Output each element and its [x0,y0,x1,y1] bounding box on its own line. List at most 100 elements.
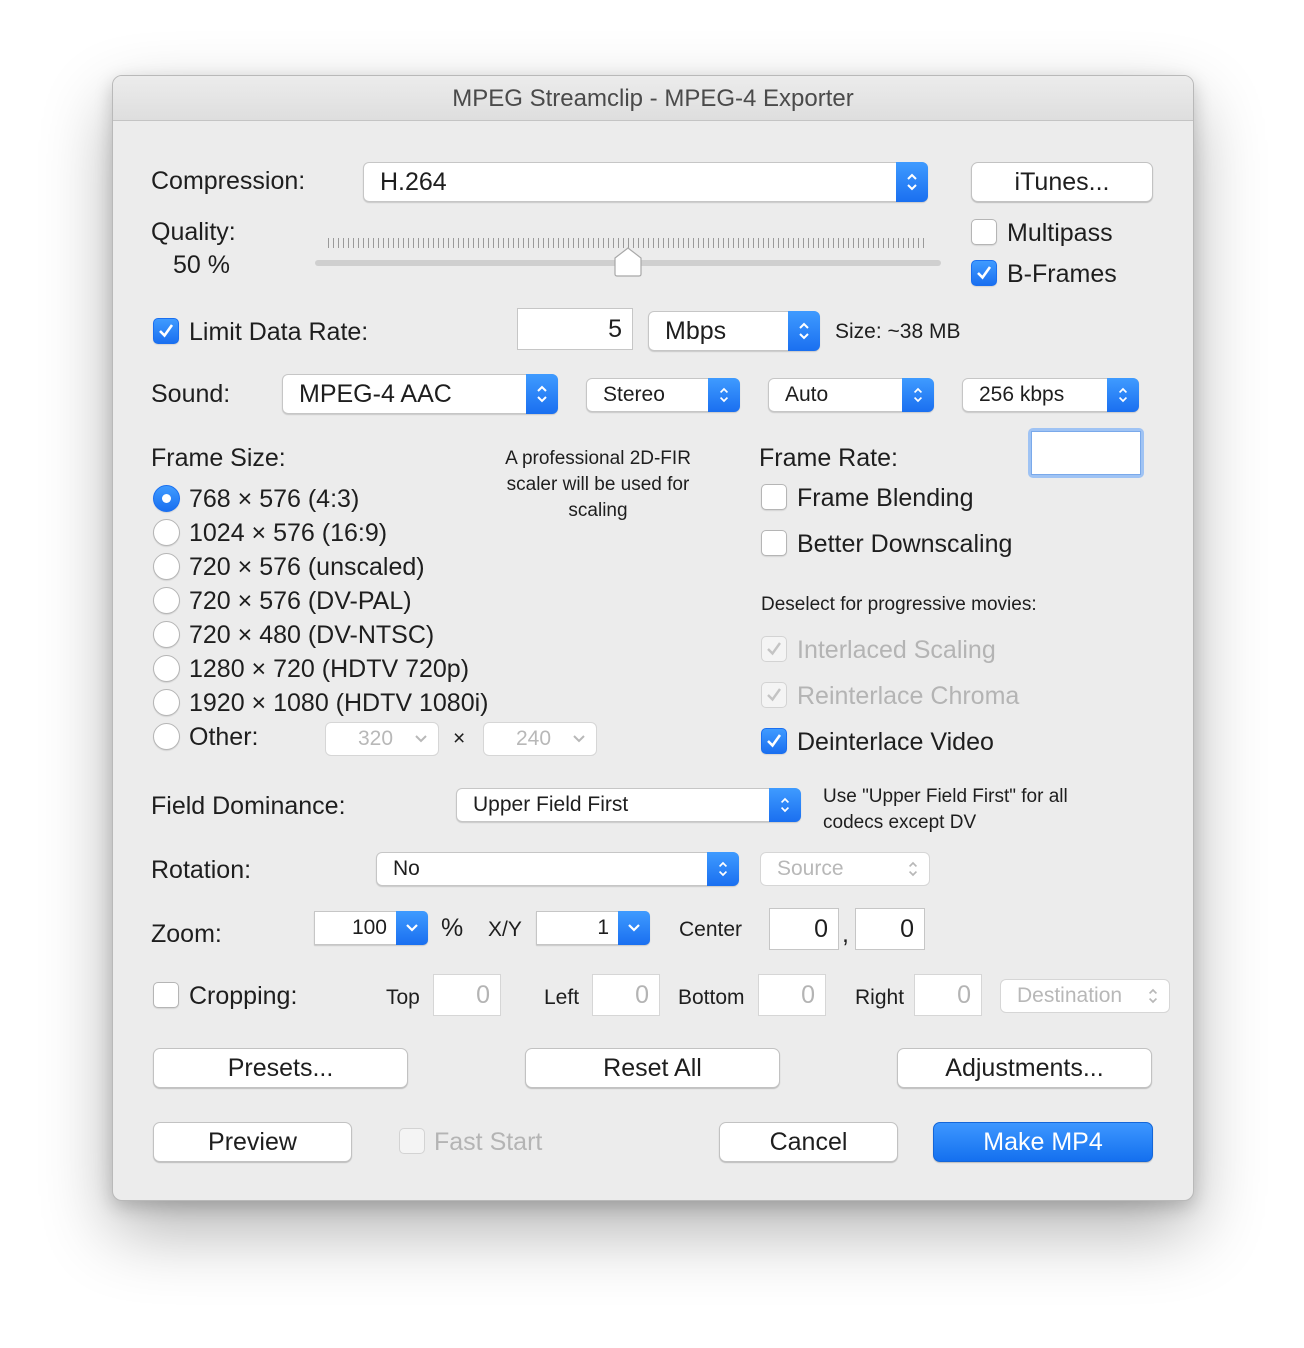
compression-popup[interactable]: H.264 [363,162,928,202]
crop-destination-popup[interactable]: Destination [1000,979,1170,1013]
updown-arrows-icon [708,378,740,412]
updown-arrows-icon [1147,980,1159,1012]
bframes-label: B-Frames [1007,260,1117,288]
compression-label: Compression: [151,167,306,195]
deinterlace-video-label: Deinterlace Video [797,728,994,756]
chevron-down-icon [572,723,586,755]
crop-right-label: Right [855,986,905,1009]
bframes-checkbox[interactable] [971,260,997,286]
deselect-note: Deselect for progressive movies: [761,594,1037,615]
updown-arrows-icon [526,374,558,414]
frame-rate-label: Frame Rate: [759,444,898,472]
chevron-down-icon [618,911,650,945]
frame-rate-field[interactable] [1031,431,1141,475]
better-downscaling-checkbox[interactable] [761,530,787,556]
zoom-combo[interactable]: 100 [314,911,428,945]
frame-size-label: Frame Size: [151,444,286,472]
adjustments-button[interactable]: Adjustments... [897,1048,1152,1088]
quality-value: 50 % [173,251,230,279]
sound-channels-value: Stereo [603,383,665,406]
sound-codec-popup[interactable]: MPEG-4 AAC [282,374,558,414]
frame-blending-label: Frame Blending [797,484,974,512]
center-y-field[interactable]: 0 [855,908,925,950]
limit-data-rate-label: Limit Data Rate: [189,318,369,346]
frame-size-radio-other[interactable] [153,723,180,750]
field-dominance-label: Field Dominance: [151,792,346,820]
center-label: Center [679,918,743,941]
cropping-checkbox[interactable] [153,982,179,1008]
crop-right-field[interactable]: 0 [914,974,982,1016]
cancel-button[interactable]: Cancel [719,1122,898,1162]
presets-button[interactable]: Presets... [153,1048,408,1088]
updown-arrows-icon [788,311,820,351]
crop-destination-value: Destination [1017,984,1123,1007]
updown-arrows-icon [902,378,934,412]
data-rate-field[interactable]: 5 [517,308,633,350]
sound-rate-popup[interactable]: Auto [768,378,934,412]
reinterlace-chroma-checkbox[interactable] [761,682,787,708]
quality-slider-knob[interactable] [612,246,644,278]
other-height-combo[interactable]: 240 [483,722,597,756]
fast-start-checkbox[interactable] [399,1128,425,1154]
multipass-label: Multipass [1007,219,1113,247]
zoom-xy-label: X/Y [488,918,522,941]
crop-bottom-field[interactable]: 0 [758,974,826,1016]
limit-data-rate-checkbox[interactable] [153,318,179,344]
frame-size-radio-2[interactable] [153,553,180,580]
center-x-field[interactable]: 0 [769,908,839,950]
field-dominance-popup[interactable]: Upper Field First [456,788,801,822]
frame-size-radio-3[interactable] [153,587,180,614]
multipass-checkbox[interactable] [971,219,997,245]
updown-arrows-icon [707,852,739,886]
times-sign: × [453,727,466,750]
frame-rate-focus-ring [1028,428,1144,478]
frame-size-option: 1280 × 720 (HDTV 720p) [189,655,470,683]
itunes-button[interactable]: iTunes... [971,162,1153,202]
sound-rate-value: Auto [785,383,829,406]
frame-size-radio-5[interactable] [153,655,180,682]
checkmark-icon [767,688,781,702]
rotation-popup[interactable]: No [376,852,739,886]
frame-size-option: 720 × 576 (DV-PAL) [189,587,412,615]
sound-bitrate-value: 256 kbps [979,383,1065,406]
checkmark-icon [977,266,992,280]
data-rate-unit-value: Mbps [665,316,727,345]
data-rate-unit-popup[interactable]: Mbps [648,311,820,351]
other-height-value: 240 [516,727,552,750]
frame-size-radio-4[interactable] [153,621,180,648]
sound-channels-popup[interactable]: Stereo [586,378,740,412]
deinterlace-video-checkbox[interactable] [761,728,787,754]
chevron-down-icon [414,723,428,755]
sound-codec-value: MPEG-4 AAC [299,379,452,408]
zoom-label: Zoom: [151,920,222,948]
rotation-source-popup[interactable]: Source [760,852,930,886]
sound-bitrate-popup[interactable]: 256 kbps [962,378,1139,412]
crop-top-label: Top [386,986,420,1009]
interlaced-scaling-checkbox[interactable] [761,636,787,662]
frame-size-radio-0[interactable] [153,485,180,512]
updown-arrows-icon [1107,378,1139,412]
crop-top-field[interactable]: 0 [433,974,501,1016]
frame-size-radio-1[interactable] [153,519,180,546]
crop-left-field[interactable]: 0 [592,974,660,1016]
center-comma: , [842,920,849,948]
scaler-note: A professional 2D-FIR scaler will be use… [505,448,691,521]
checkmark-icon [767,642,781,656]
other-width-combo[interactable]: 320 [325,722,439,756]
frame-size-option: 720 × 576 (unscaled) [189,553,425,581]
updown-arrows-icon [896,162,928,202]
reinterlace-chroma-label: Reinterlace Chroma [797,682,1020,710]
zoom-xy-combo[interactable]: 1 [536,911,650,945]
frame-size-option: 1920 × 1080 (HDTV 1080i) [189,689,489,717]
updown-arrows-icon [907,853,919,885]
zoom-xy-value: 1 [597,916,609,939]
fast-start-label: Fast Start [434,1128,543,1156]
cropping-label: Cropping: [189,982,298,1010]
frame-blending-checkbox[interactable] [761,484,787,510]
frame-size-option: 720 × 480 (DV-NTSC) [189,621,435,649]
preview-button[interactable]: Preview [153,1122,352,1162]
make-mp4-button[interactable]: Make MP4 [933,1122,1153,1162]
rotation-label: Rotation: [151,856,252,884]
frame-size-radio-6[interactable] [153,689,180,716]
reset-all-button[interactable]: Reset All [525,1048,780,1088]
